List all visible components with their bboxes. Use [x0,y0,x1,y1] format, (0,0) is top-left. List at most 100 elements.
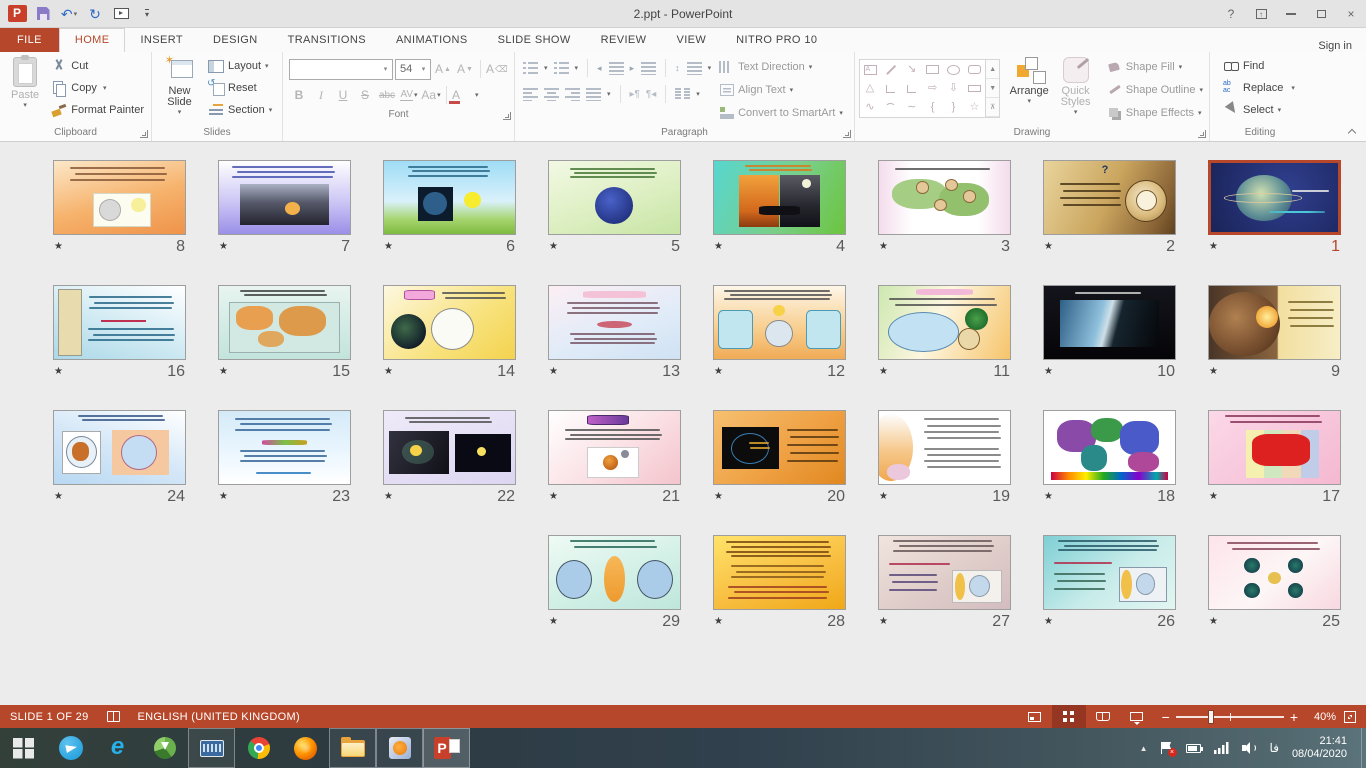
slide-thumbnail-6[interactable]: ★6 [383,160,516,257]
font-color-button[interactable]: A▾ [452,85,479,105]
shape-rounded-rectangle-icon[interactable] [964,60,984,79]
clipboard-dialog-launcher[interactable] [140,130,148,138]
slide-thumbnail-9[interactable]: ★9 [1208,285,1341,382]
help-button[interactable]: ? [1216,0,1246,27]
decrease-font-size-button[interactable]: A▼ [455,59,475,79]
format-painter-button[interactable]: Format Painter [48,99,147,121]
slide-thumbnail-23[interactable]: ★23 [218,410,351,507]
slide-thumbnail-8[interactable]: ★8 [53,160,186,257]
quick-styles-button[interactable]: Quick Styles▾ [1052,55,1098,126]
shape-curve-icon[interactable]: ∼ [902,98,922,117]
slide-thumbnail-14[interactable]: ★14 [383,285,516,382]
tab-nitro-pro-10[interactable]: NITRO PRO 10 [721,28,832,52]
tab-file[interactable]: FILE [0,28,59,52]
slide-thumbnail-1[interactable]: ★1 [1208,160,1341,257]
drawing-dialog-launcher[interactable] [1198,130,1206,138]
slide-thumbnail-29[interactable]: ★29 [548,535,681,632]
idm-taskbar-button[interactable] [141,728,188,768]
shape-down-arrow-icon[interactable]: ⇩ [944,79,964,98]
slide-thumbnail-27[interactable]: ★27 [878,535,1011,632]
normal-view-button[interactable] [1018,705,1052,728]
show-desktop-button[interactable] [1361,728,1366,768]
start-button[interactable] [0,728,47,768]
paragraph-dialog-launcher[interactable] [843,130,851,138]
section-button[interactable]: Section▾ [205,99,275,121]
slide-thumbnail-17[interactable]: ★17 [1208,410,1341,507]
telegram-taskbar-button[interactable] [47,728,94,768]
shape-right-brace-icon[interactable]: } [944,98,964,117]
font-name-combo[interactable]: ▾ [289,59,393,80]
slide-thumbnail-19[interactable]: ★19 [878,410,1011,507]
slide-thumbnail-7[interactable]: ★7 [218,160,351,257]
sign-in-link[interactable]: Sign in [1318,40,1366,52]
fit-slide-to-window-button[interactable] [1344,711,1356,723]
slide-thumbnail-13[interactable]: ★13 [548,285,681,382]
layout-button[interactable]: Layout▾ [205,55,275,77]
gallery-scroll-up-icon[interactable]: ▲ [986,60,999,79]
tab-view[interactable]: VIEW [661,28,721,52]
cut-button[interactable]: Cut [48,55,147,77]
find-button[interactable]: Find [1220,55,1298,77]
text-shadow-button[interactable]: S [355,85,375,105]
underline-button[interactable]: U [333,85,353,105]
align-left-icon[interactable] [523,88,538,101]
shape-arc-icon[interactable] [881,98,901,117]
tab-animations[interactable]: ANIMATIONS [381,28,483,52]
minimize-button[interactable] [1276,0,1306,27]
align-text-button[interactable]: Align Text▾ [717,78,845,101]
slide-thumbnail-12[interactable]: ★12 [713,285,846,382]
internet-explorer-taskbar-button[interactable] [94,728,141,768]
language-switcher[interactable]: فا [1270,741,1279,755]
font-size-combo[interactable]: 54▾ [395,59,431,80]
slide-thumbnail-20[interactable]: ★20 [713,410,846,507]
columns-icon[interactable] [675,88,690,101]
slide-thumbnail-2[interactable]: ?★2 [1043,160,1176,257]
tab-transitions[interactable]: TRANSITIONS [273,28,381,52]
shape-triangle-icon[interactable]: △ [860,79,880,98]
collapse-ribbon-button[interactable] [1348,127,1356,135]
battery-icon[interactable] [1186,744,1201,753]
zoom-level[interactable]: 40% [1306,711,1336,723]
align-center-icon[interactable] [544,88,559,101]
ribbon-display-options-button[interactable]: ↑ [1246,0,1276,27]
undo-button[interactable]: ↶▾ [57,3,81,25]
tab-home[interactable]: HOME [59,28,126,52]
shape-left-brace-icon[interactable]: { [923,98,943,117]
tab-design[interactable]: DESIGN [198,28,273,52]
remote-desktop-taskbar-button[interactable] [188,728,235,768]
redo-button[interactable]: ↻ [83,3,107,25]
shape-star-icon[interactable]: ☆ [964,98,984,117]
italic-button[interactable]: I [311,85,331,105]
file-explorer-taskbar-button[interactable] [329,728,376,768]
increase-indent-icon[interactable] [641,62,656,75]
reading-view-button[interactable] [1086,705,1120,728]
decrease-indent-icon[interactable] [609,62,624,75]
shape-oval-icon[interactable] [944,60,964,79]
volume-icon[interactable] [1242,742,1257,754]
zoom-slider[interactable] [1176,716,1284,718]
zoom-slider-thumb[interactable] [1208,710,1214,724]
start-from-beginning-button[interactable] [109,3,133,25]
font-dialog-launcher[interactable] [503,112,511,120]
shapes-gallery-scrollbar[interactable]: ▲ ▼ ⊼ [986,59,1000,118]
slide-thumbnail-3[interactable]: ★3 [878,160,1011,257]
shape-fill-button[interactable]: Shape Fill▾ [1105,55,1205,78]
firefox-taskbar-button[interactable] [282,728,329,768]
gallery-more-icon[interactable]: ⊼ [986,98,999,117]
rtl-text-direction-icon[interactable]: ¶◂ [646,89,656,100]
action-center-flag-icon[interactable]: × [1161,742,1173,754]
customize-qat-button[interactable]: ▾ [135,3,159,25]
shape-rectangle-icon[interactable] [923,60,943,79]
powerpoint-taskbar-button[interactable] [423,728,470,768]
slide-thumbnail-4[interactable]: ★4 [713,160,846,257]
slide-thumbnail-28[interactable]: ★28 [713,535,846,632]
paste-button[interactable]: Paste▾ [4,55,46,126]
slide-sorter-area[interactable]: ★8★7★6★5★4★3?★2★1★16★15★14★13★12★11★10★9… [0,143,1366,705]
bullets-icon[interactable] [523,62,538,75]
slide-thumbnail-15[interactable]: ★15 [218,285,351,382]
gallery-scroll-down-icon[interactable]: ▼ [986,79,999,98]
network-signal-icon[interactable] [1214,742,1229,754]
align-right-icon[interactable] [565,88,580,101]
tab-review[interactable]: REVIEW [586,28,662,52]
spellcheck-icon[interactable] [107,711,120,722]
